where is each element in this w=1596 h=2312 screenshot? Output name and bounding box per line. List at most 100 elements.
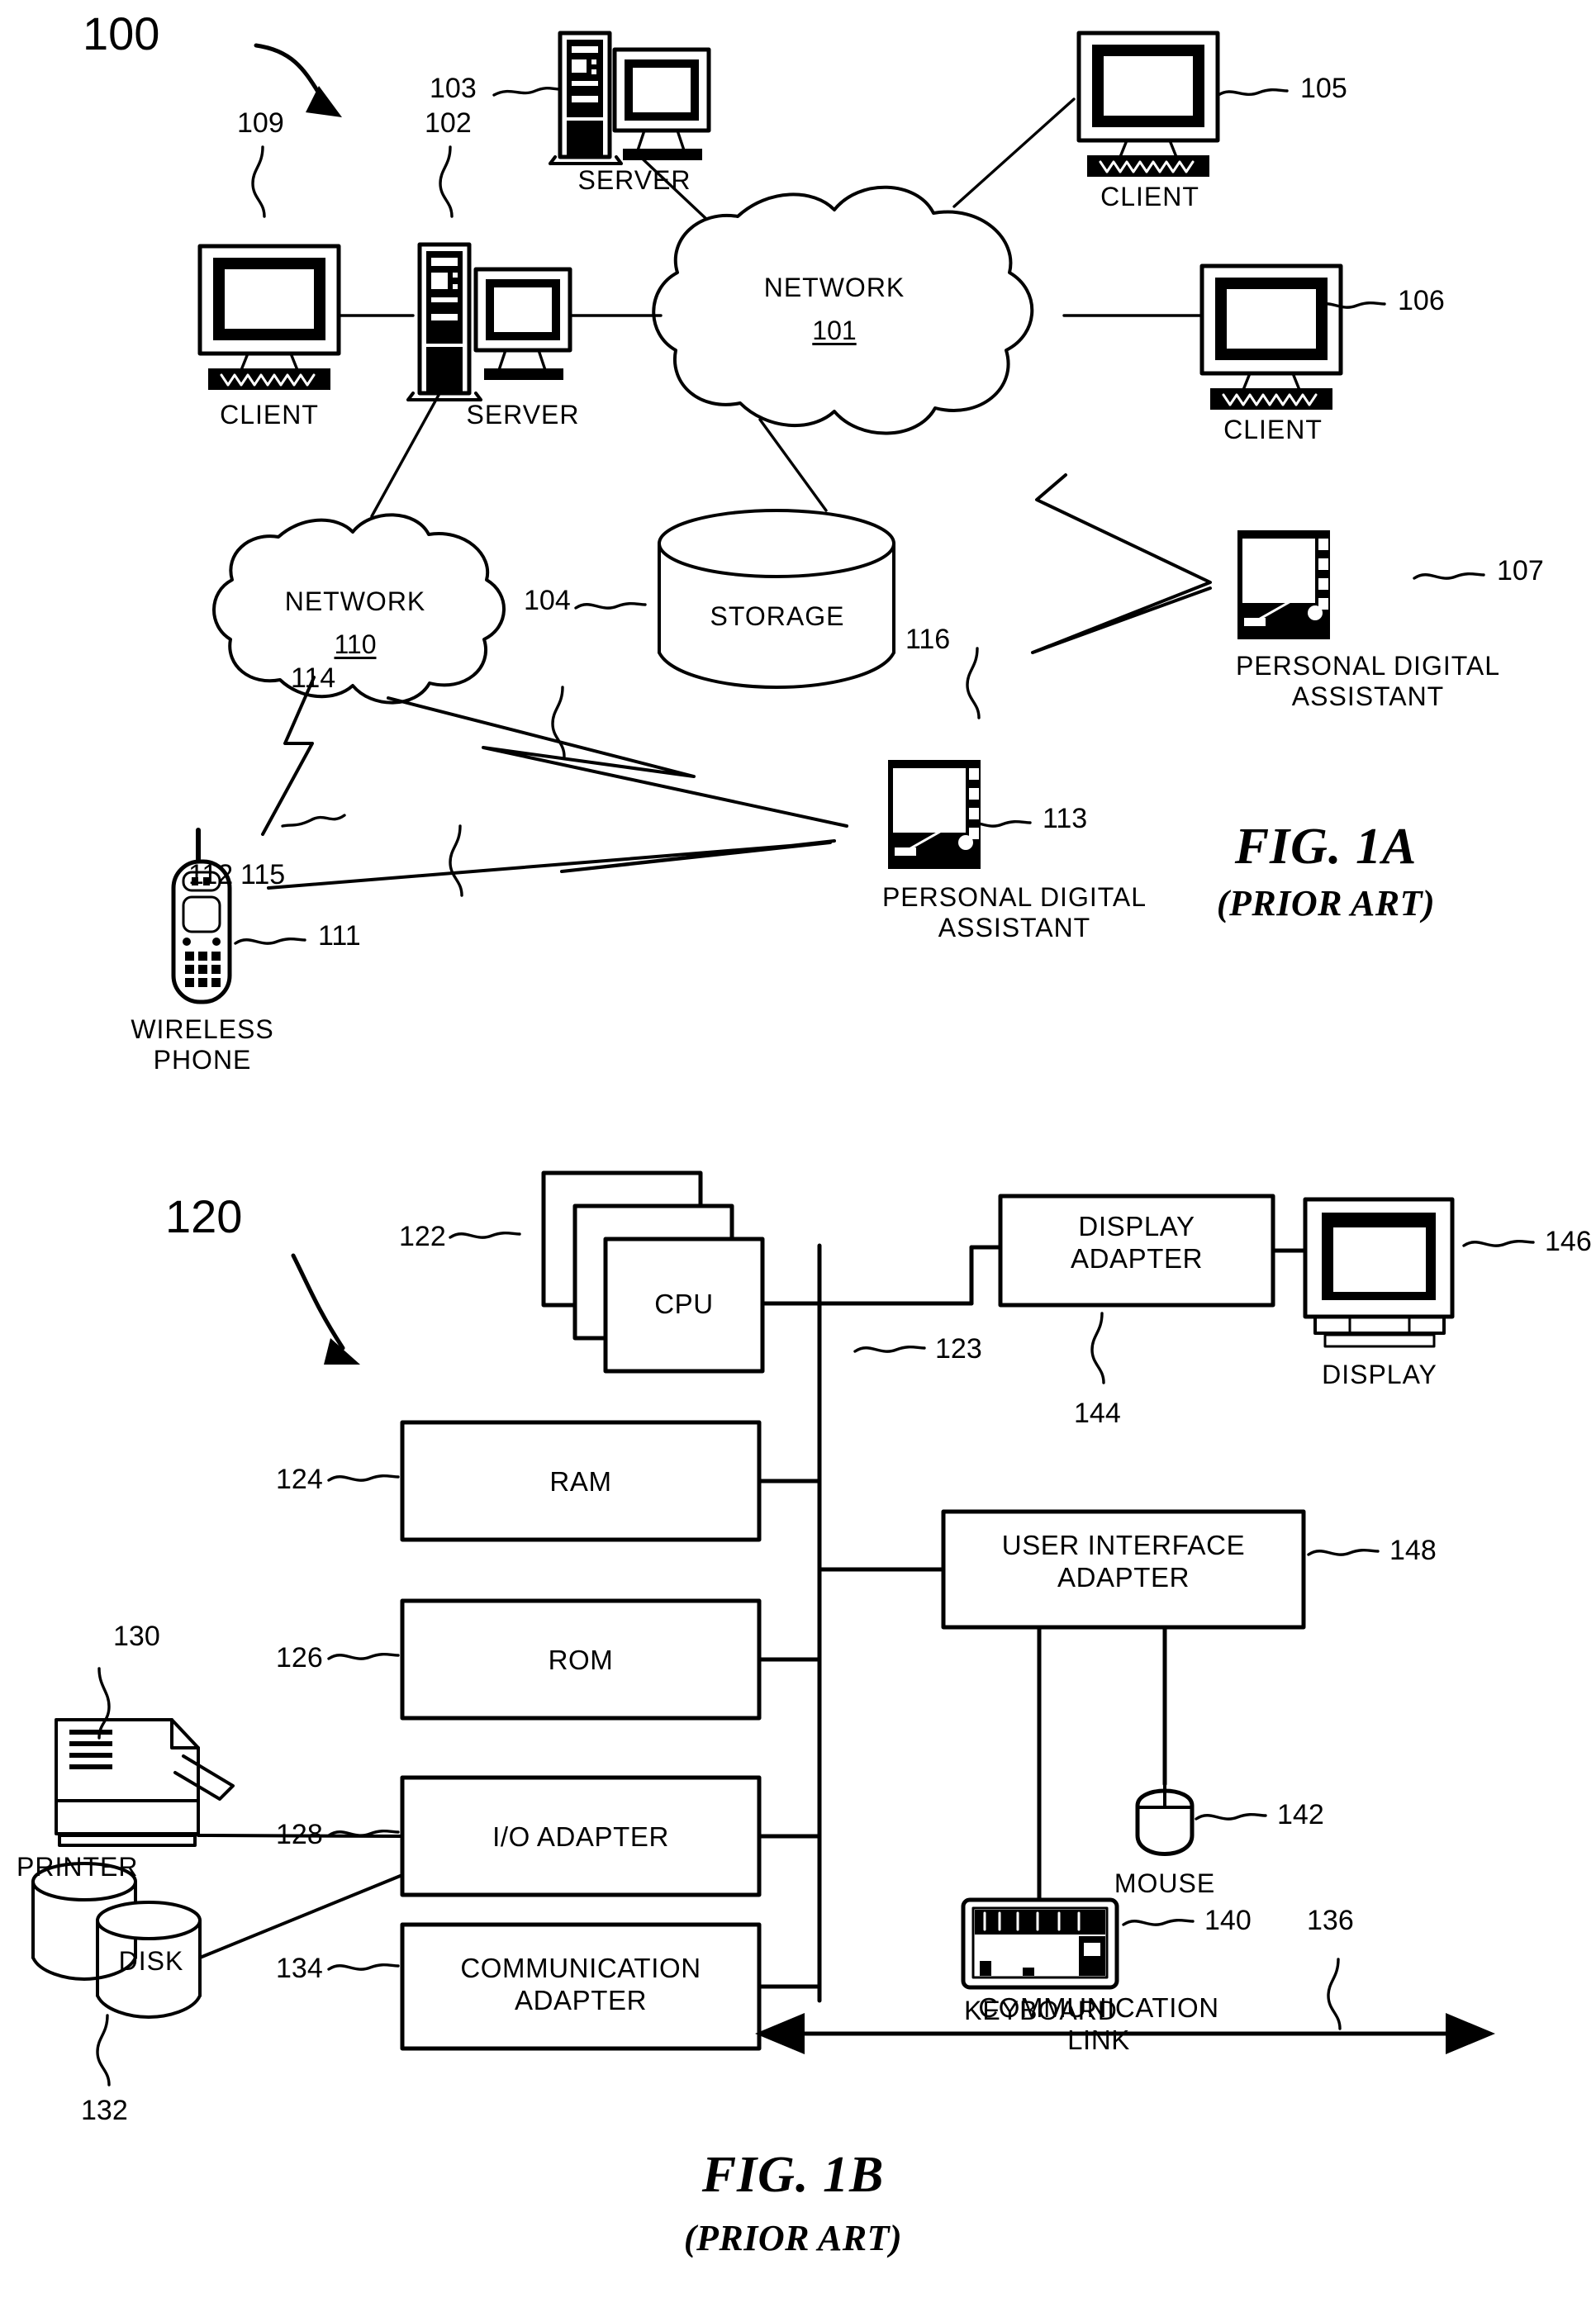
system-120-arrowhead bbox=[324, 1338, 360, 1365]
ref-num-134: 134 bbox=[276, 1953, 323, 1984]
mobile-phone-icon-111 bbox=[171, 828, 232, 1004]
peripheral-label-printer: PRINTER bbox=[17, 1852, 139, 1882]
cloud-label-network-110: NETWORK bbox=[284, 586, 426, 616]
ref-num-111: 111 bbox=[318, 920, 361, 952]
pda-icon-107 bbox=[1237, 530, 1330, 639]
ref-num-115: 115 bbox=[240, 859, 286, 890]
block-label-io-adapter: I/O ADAPTER bbox=[492, 1821, 669, 1852]
link-server102-network110 bbox=[370, 380, 448, 518]
lead-107 bbox=[1413, 572, 1485, 580]
lead-124 bbox=[327, 1474, 400, 1482]
communication-link-label: COMMUNICATION LINK bbox=[978, 1992, 1219, 2055]
figure-caption-1b: FIG. 1B bbox=[701, 2147, 885, 2203]
system-100-arrow-shaft bbox=[254, 43, 326, 103]
keyboard-icon-140 bbox=[961, 1897, 1119, 1990]
lead-105 bbox=[1217, 88, 1289, 97]
ref-num-126: 126 bbox=[276, 1642, 323, 1673]
cloud-label-network-101: NETWORK bbox=[763, 273, 905, 302]
patent-drawing-sheet: 100 109 102 103 105 106 104 107 113 111 … bbox=[0, 0, 1596, 2312]
desktop-computer-icon-106 bbox=[1199, 263, 1343, 410]
block-label-communication-adapter: COMMUNICATION ADAPTER bbox=[460, 1953, 701, 2015]
lead-130 bbox=[97, 1667, 111, 1740]
figure-caption-1b-priorart: (PRIOR ART) bbox=[683, 2218, 903, 2258]
ref-num-128: 128 bbox=[276, 1819, 323, 1850]
pda-icon-113 bbox=[888, 760, 981, 869]
lead-126 bbox=[327, 1653, 400, 1660]
ref-num-104: 104 bbox=[524, 585, 571, 616]
ref-num-106: 106 bbox=[1398, 285, 1445, 316]
cpu-block-stack bbox=[541, 1170, 765, 1374]
lead-112 bbox=[281, 814, 346, 828]
device-label-client-105: CLIENT bbox=[1100, 182, 1199, 211]
lead-114 bbox=[551, 686, 566, 758]
device-label-pda-113: PERSONAL DIGITAL ASSISTANT bbox=[881, 882, 1147, 942]
ref-num-102: 102 bbox=[425, 107, 472, 139]
lead-148 bbox=[1307, 1549, 1380, 1556]
figure-artwork bbox=[31, 31, 1535, 2086]
ref-num-124: 124 bbox=[276, 1464, 323, 1495]
disk-drive-icon-132 bbox=[31, 1862, 202, 2019]
link-network101-storage104 bbox=[758, 418, 828, 512]
desktop-computer-icon-109 bbox=[197, 244, 341, 390]
cloud-ref-network-101: 101 bbox=[812, 316, 857, 345]
device-label-client-106: CLIENT bbox=[1223, 415, 1323, 444]
lead-111 bbox=[234, 938, 306, 945]
system-100-arrowhead bbox=[306, 86, 342, 117]
lead-144 bbox=[1090, 1312, 1105, 1384]
system-120-arrow-shaft bbox=[291, 1253, 345, 1351]
block-label-ram: RAM bbox=[549, 1466, 612, 1497]
lead-146 bbox=[1462, 1240, 1535, 1247]
lead-136 bbox=[1327, 1958, 1342, 2030]
lead-103 bbox=[492, 87, 562, 97]
ref-num-109: 109 bbox=[237, 107, 284, 139]
device-label-pda-107: PERSONAL DIGITAL ASSISTANT bbox=[1235, 651, 1501, 711]
ref-num-100: 100 bbox=[83, 7, 160, 59]
ref-num-120: 120 bbox=[165, 1190, 243, 1242]
block-label-cpu: CPU bbox=[654, 1289, 714, 1319]
device-label-client-109: CLIENT bbox=[220, 400, 319, 430]
lead-109 bbox=[251, 145, 266, 218]
cloud-ref-network-110: 110 bbox=[334, 629, 377, 659]
peripheral-label-display: DISPLAY bbox=[1322, 1360, 1437, 1389]
lead-102 bbox=[439, 145, 454, 218]
ref-num-142: 142 bbox=[1277, 1799, 1324, 1830]
network-101-cloud bbox=[652, 185, 1034, 435]
ref-num-112: 112 bbox=[188, 859, 234, 890]
ref-num-122: 122 bbox=[399, 1221, 446, 1252]
block-label-rom: ROM bbox=[548, 1645, 614, 1675]
figure-caption-1a-priorart: (PRIOR ART) bbox=[1216, 883, 1436, 923]
peripheral-label-disk: DISK bbox=[118, 1946, 184, 1976]
lead-123 bbox=[853, 1346, 926, 1353]
link-disk-ioadapter bbox=[198, 1873, 404, 1959]
lead-122 bbox=[449, 1232, 521, 1239]
ref-num-113: 113 bbox=[1043, 803, 1088, 834]
monitor-icon-146 bbox=[1303, 1197, 1455, 1348]
ref-num-114: 114 bbox=[291, 662, 336, 694]
ref-num-140: 140 bbox=[1204, 1905, 1252, 1936]
ref-num-148: 148 bbox=[1389, 1535, 1437, 1566]
lead-132 bbox=[96, 2014, 111, 2086]
ref-num-136: 136 bbox=[1307, 1905, 1354, 1936]
lead-116 bbox=[966, 647, 981, 719]
block-label-display-adapter: DISPLAY ADAPTER bbox=[1070, 1211, 1204, 1274]
ref-num-130: 130 bbox=[113, 1621, 160, 1652]
figure-caption-1a: FIG. 1A bbox=[1234, 819, 1418, 875]
wireless-link-115-bolt bbox=[267, 839, 836, 890]
desktop-computer-icon-105 bbox=[1076, 31, 1220, 177]
ref-num-146: 146 bbox=[1545, 1226, 1592, 1257]
device-label-wireless-phone-111: WIRELESS PHONE bbox=[131, 1014, 274, 1075]
ref-num-103: 103 bbox=[430, 73, 477, 104]
server-tower-icon-102 bbox=[406, 242, 572, 401]
lead-134 bbox=[327, 1963, 400, 1971]
mouse-icon-142 bbox=[1135, 1775, 1195, 1856]
lead-104 bbox=[574, 602, 647, 610]
wireless-link-116-bolt bbox=[1031, 473, 1212, 654]
link-network101-client105 bbox=[952, 97, 1076, 208]
block-label-user-interface-adapter: USER INTERFACE ADAPTER bbox=[1001, 1530, 1246, 1593]
lead-115 bbox=[449, 824, 463, 897]
ref-num-144: 144 bbox=[1074, 1398, 1121, 1429]
wireless-link-114-bolt bbox=[387, 696, 848, 828]
ref-num-123: 123 bbox=[935, 1333, 982, 1365]
printer-icon-130 bbox=[55, 1718, 235, 1847]
lead-140 bbox=[1122, 1919, 1195, 1926]
